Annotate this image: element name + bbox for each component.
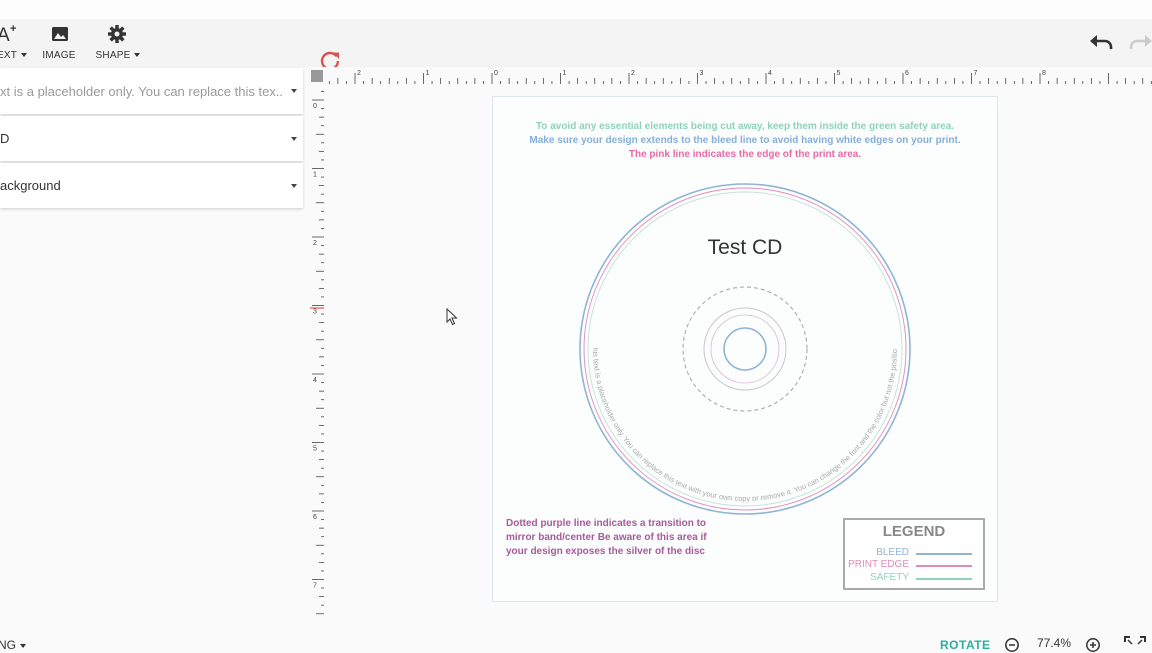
- zoom-out-icon[interactable]: [1004, 637, 1020, 653]
- legend-box: LEGEND BLEED PRINT EDGE SAFETY: [843, 518, 985, 590]
- bleed-circle: [579, 183, 911, 515]
- text-tool-button[interactable]: A + EXT: [0, 23, 32, 63]
- background-layer-panel[interactable]: ackground: [0, 163, 303, 208]
- legend-label: SAFETY: [870, 572, 909, 583]
- chevron-down-icon[interactable]: [291, 136, 297, 141]
- svg-text:+: +: [10, 23, 16, 35]
- ruler-label: 5: [837, 70, 841, 77]
- ruler-label: 0: [494, 70, 498, 77]
- shape-tool-button[interactable]: SHAPE: [94, 23, 142, 63]
- legend-label: PRINT EDGE: [848, 559, 909, 570]
- zoom-in-icon[interactable]: [1085, 637, 1101, 653]
- ruler-label: 7: [313, 583, 317, 590]
- mouse-pointer-icon: [446, 308, 458, 326]
- horizontal-ruler: 2 1 0 1 2 3 4 5 6 7 8: [324, 67, 1152, 84]
- fullscreen-icon[interactable]: [1124, 636, 1146, 648]
- mirror-band-note-line: your design exposes the silver of the di…: [506, 546, 705, 557]
- toolbar: A + EXT IMAGE SHAPE: [0, 19, 1152, 71]
- ruler-label: 6: [905, 70, 909, 77]
- bottom-left-label-text: NG: [0, 638, 16, 652]
- cd-layer-value: D: [0, 131, 10, 146]
- rotate-button[interactable]: ROTATE: [940, 638, 991, 652]
- ruler-label: 4: [768, 70, 772, 77]
- image-tool-button[interactable]: IMAGE: [40, 23, 78, 63]
- legend-line: [916, 565, 972, 567]
- gear-icon: [108, 25, 126, 43]
- legend-line: [916, 553, 972, 555]
- text-icon: A +: [0, 23, 16, 45]
- ruler-label: 3: [313, 309, 317, 316]
- bottom-left-label[interactable]: NG: [0, 638, 26, 652]
- chevron-down-icon: [20, 643, 26, 648]
- legend-title: LEGEND: [882, 523, 946, 540]
- ruler-label: 1: [563, 70, 567, 77]
- legend-row-safety: SAFETY: [845, 572, 983, 584]
- chevron-down-icon[interactable]: [291, 183, 297, 188]
- mirror-band-note-line: Dotted purple line indicates a transitio…: [506, 518, 707, 529]
- svg-text:A: A: [0, 25, 10, 45]
- text-layer-panel[interactable]: xt is a placeholder only. You can replac…: [0, 68, 303, 114]
- legend-row-bleed: BLEED: [845, 547, 983, 559]
- image-icon: [52, 27, 68, 41]
- chevron-down-icon: [134, 53, 141, 58]
- shape-tool-label: SHAPE: [95, 50, 131, 61]
- hub-outer-circle: [703, 307, 787, 391]
- legend-row-print-edge: PRINT EDGE: [845, 559, 983, 571]
- legend-line: [916, 578, 972, 580]
- ruler-corner: [311, 70, 323, 82]
- ruler-label: 0: [313, 103, 317, 110]
- ruler-label: 2: [357, 70, 361, 77]
- mirror-band-note-line: mirror band/center Be aware of this area…: [506, 532, 707, 543]
- ruler-label: 1: [313, 172, 317, 179]
- ruler-label: 8: [1042, 70, 1046, 77]
- hub-middle-circle: [710, 314, 780, 384]
- ruler-label: 5: [313, 446, 317, 453]
- vertical-ruler: 0 1 2 3 4 5 6 7: [310, 84, 324, 617]
- cd-title[interactable]: Test CD: [493, 236, 997, 260]
- ruler-label: 6: [313, 514, 317, 521]
- top-strip: [0, 0, 1152, 19]
- center-hole-circle: [723, 327, 767, 371]
- chevron-down-icon: [21, 53, 28, 58]
- redo-icon[interactable]: [1126, 32, 1152, 52]
- ruler-label: 2: [313, 240, 317, 247]
- curved-placeholder-text: This text is a placeholder only. You can…: [493, 97, 899, 503]
- ruler-label: 7: [974, 70, 978, 77]
- mirror-band-note: Dotted purple line indicates a transitio…: [506, 517, 746, 559]
- cd-layer-panel[interactable]: D: [0, 116, 303, 161]
- mirror-band-dotted-circle: [682, 286, 808, 412]
- legend-label: BLEED: [876, 547, 909, 558]
- image-tool-label: IMAGE: [42, 50, 76, 61]
- ruler-label: 4: [313, 377, 317, 384]
- text-tool-label: EXT: [0, 50, 18, 61]
- undo-icon[interactable]: [1088, 32, 1116, 52]
- cd-template-page[interactable]: To avoid any essential elements being cu…: [492, 96, 998, 602]
- chevron-down-icon[interactable]: [291, 89, 297, 93]
- background-layer-value: ackground: [0, 178, 61, 193]
- text-layer-value: xt is a placeholder only. You can replac…: [0, 83, 282, 99]
- ruler-label: 3: [700, 70, 704, 77]
- ruler-label: 2: [631, 70, 635, 77]
- ruler-label: 1: [426, 70, 430, 77]
